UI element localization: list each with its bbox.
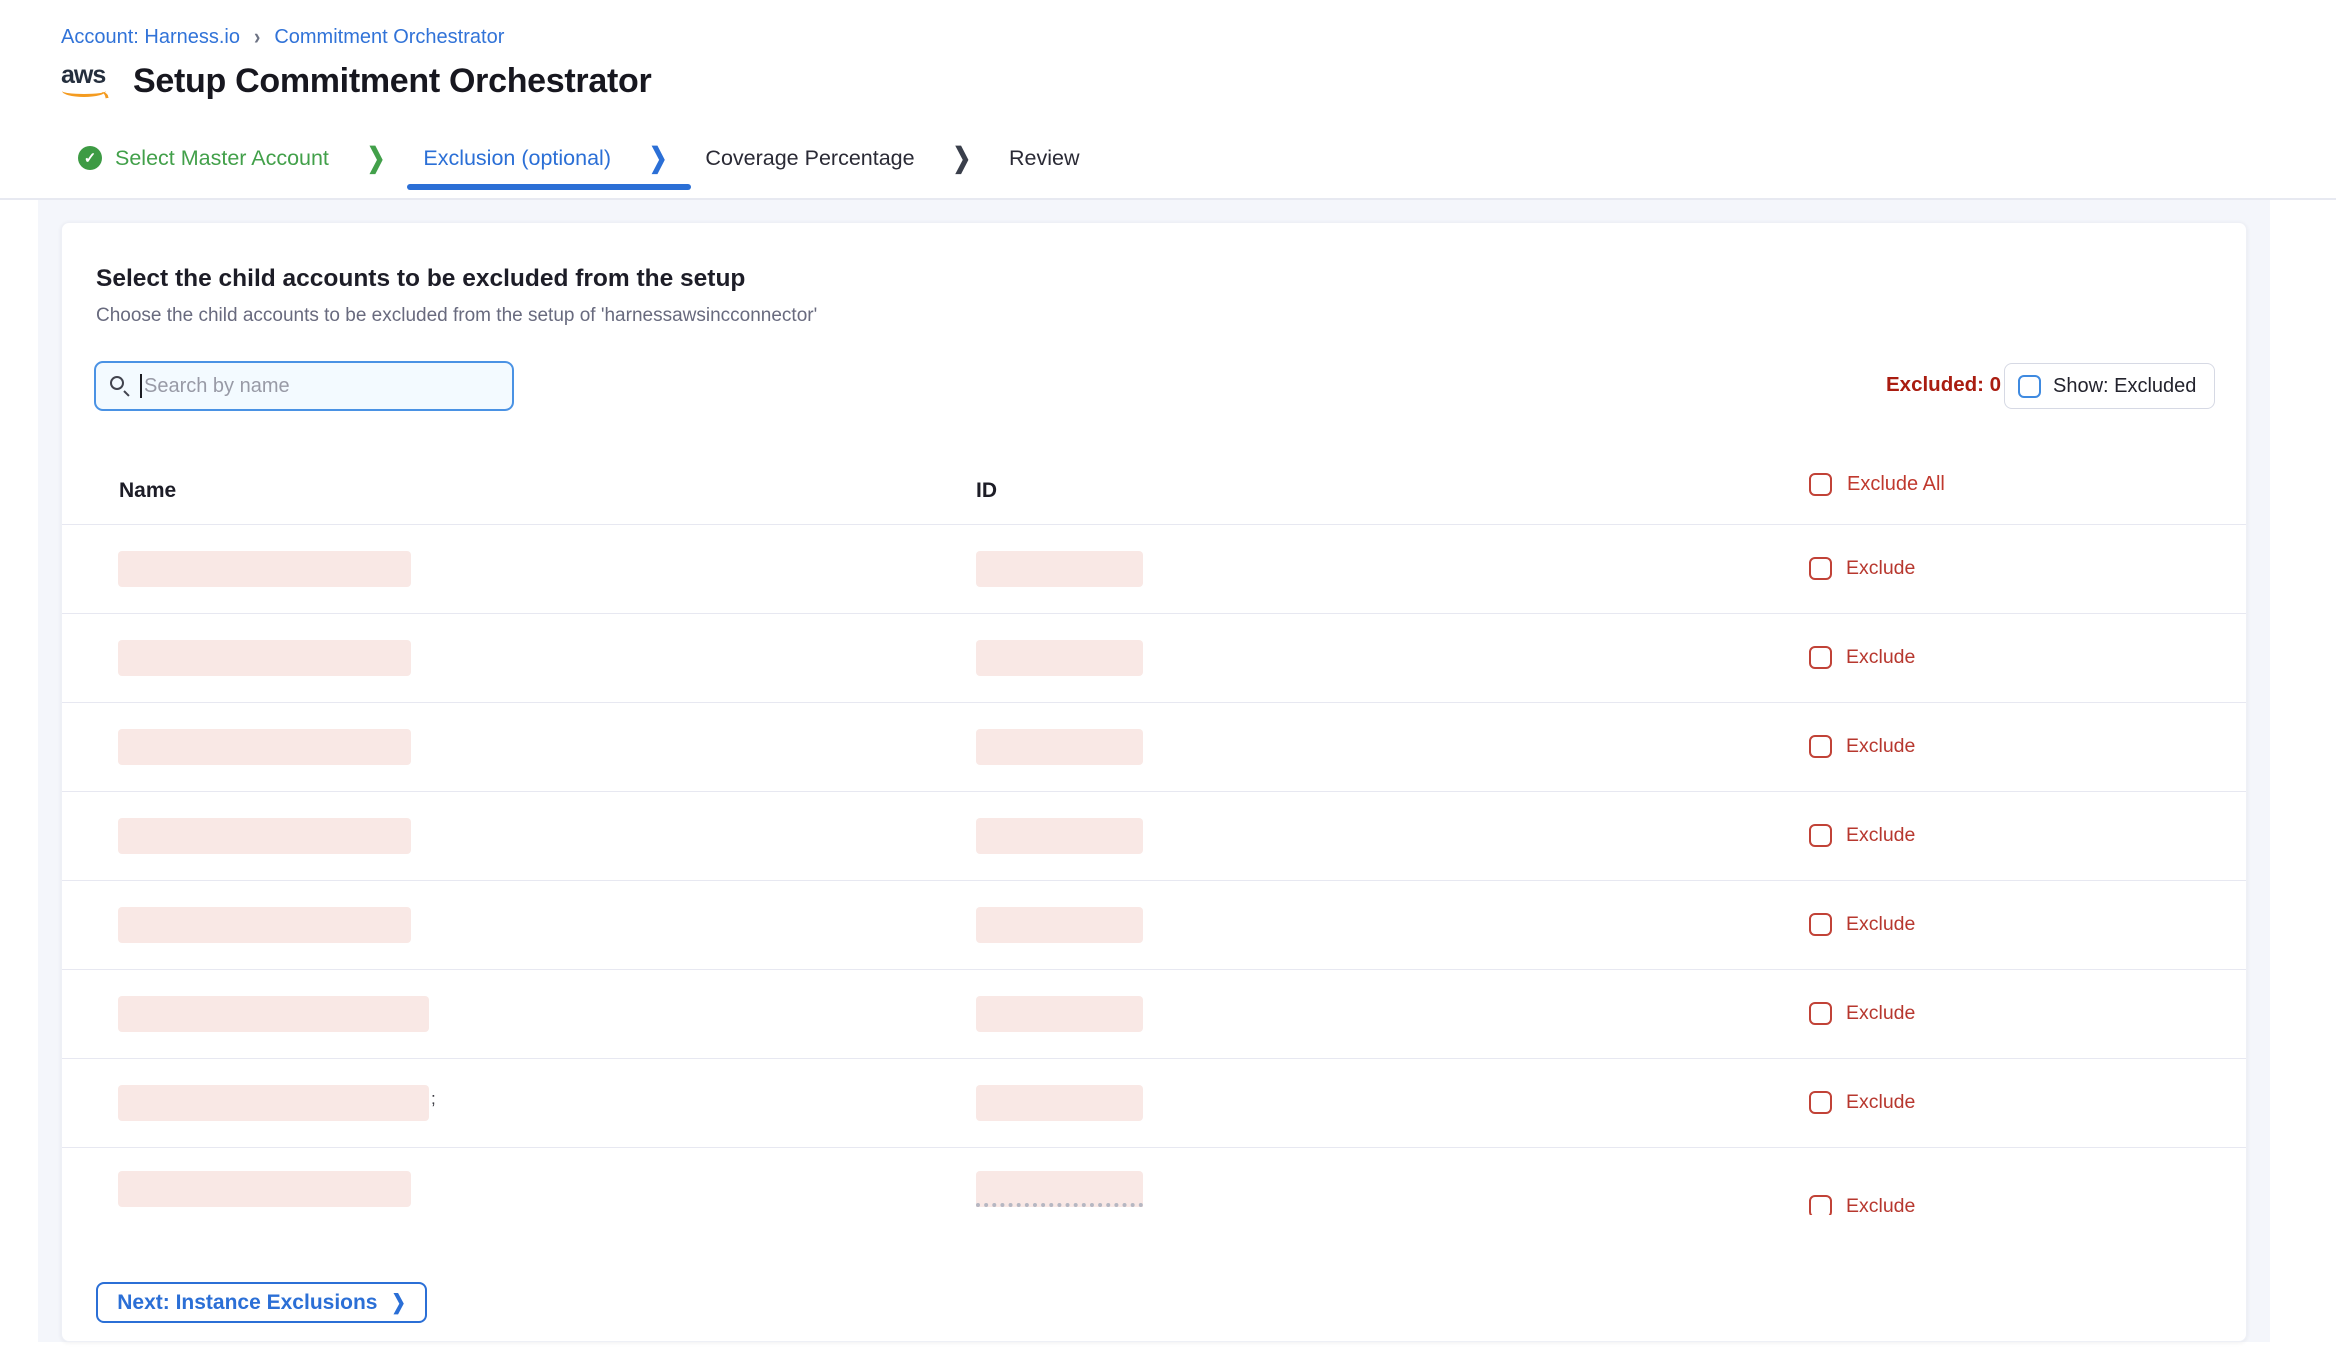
exclude-checkbox[interactable] [1809, 646, 1832, 669]
next-button-label: Next: Instance Exclusions [117, 1291, 377, 1315]
table-row: Exclude [62, 792, 2246, 881]
show-excluded-checkbox[interactable] [2018, 375, 2041, 398]
account-id-redacted [976, 1085, 1143, 1121]
breadcrumb-account-link[interactable]: Account: Harness.io [61, 26, 240, 49]
page-title: Setup Commitment Orchestrator [133, 62, 651, 101]
exclude-label: Exclude [1846, 735, 1915, 758]
column-header-id: ID [976, 479, 997, 503]
row-exclude-control[interactable]: Exclude [1809, 913, 1915, 936]
accounts-table-body[interactable]: Exclude Exclude Exclude Exclude Exclude Exclu… [62, 525, 2246, 1215]
search-box[interactable] [94, 361, 514, 411]
exclude-label: Exclude [1846, 1195, 1915, 1215]
stepper-step-coverage-percentage[interactable]: Coverage Percentage [705, 146, 914, 171]
table-row: Exclude [62, 1148, 2246, 1215]
account-id-redacted [976, 729, 1143, 765]
row-exclude-control[interactable]: Exclude [1809, 646, 1915, 669]
search-input[interactable] [142, 375, 498, 398]
table-row: Exclude [62, 525, 2246, 614]
row-exclude-control[interactable]: Exclude [1809, 1195, 1915, 1215]
account-id-redacted [976, 996, 1143, 1032]
exclude-checkbox[interactable] [1809, 824, 1832, 847]
account-name-remnant: ; [431, 1089, 436, 1109]
account-name-redacted [118, 640, 411, 676]
show-excluded-label: Show: Excluded [2053, 375, 2196, 398]
header-divider [0, 198, 2336, 200]
account-name-redacted [118, 1171, 411, 1207]
title-row: aws Setup Commitment Orchestrator [61, 62, 651, 101]
exclude-label: Exclude [1846, 1091, 1915, 1114]
account-name-redacted [118, 996, 429, 1032]
row-exclude-control[interactable]: Exclude [1809, 1091, 1915, 1114]
table-row: Exclude [62, 614, 2246, 703]
exclude-checkbox[interactable] [1809, 1002, 1832, 1025]
row-exclude-control[interactable]: Exclude [1809, 557, 1915, 580]
exclude-label: Exclude [1846, 646, 1915, 669]
stepper-step-review[interactable]: Review [1009, 146, 1080, 171]
account-name-redacted [118, 1085, 429, 1121]
exclude-checkbox[interactable] [1809, 913, 1832, 936]
exclude-label: Exclude [1846, 1002, 1915, 1025]
account-id-redacted [976, 551, 1143, 587]
column-header-name: Name [119, 479, 176, 503]
account-name-redacted [118, 818, 411, 854]
chevron-right-icon: ❯ [367, 142, 385, 175]
exclude-checkbox[interactable] [1809, 557, 1832, 580]
account-id-redacted [976, 907, 1143, 943]
chevron-right-icon: ❯ [953, 142, 971, 175]
stepper-step-exclusion-optional[interactable]: Exclusion (optional) [423, 146, 611, 171]
table-row: Exclude [62, 970, 2246, 1059]
exclude-label: Exclude [1846, 824, 1915, 847]
exclusion-card: Select the child accounts to be excluded… [61, 222, 2247, 1342]
account-name-redacted [118, 907, 411, 943]
exclude-all-control[interactable]: Exclude All [1809, 473, 1945, 496]
table-row: Exclude [62, 881, 2246, 970]
stepper-step-label: Review [1009, 146, 1080, 171]
account-id-redacted [976, 640, 1143, 676]
row-exclude-control[interactable]: Exclude [1809, 824, 1915, 847]
search-icon [110, 376, 130, 396]
account-name-redacted [118, 551, 411, 587]
breadcrumb: Account: Harness.io › Commitment Orchest… [61, 26, 504, 49]
card-heading: Select the child accounts to be excluded… [96, 265, 745, 293]
exclude-checkbox[interactable] [1809, 735, 1832, 758]
setup-commitment-orchestrator-page: Account: Harness.io › Commitment Orchest… [0, 0, 2336, 1362]
aws-logo-swoosh [62, 85, 106, 97]
wizard-stepper: ✓ Select Master Account ❯ Exclusion (option… [78, 140, 1080, 176]
exclude-label: Exclude [1846, 913, 1915, 936]
stepper-step-select-master-account[interactable]: ✓ Select Master Account [78, 146, 329, 171]
row-exclude-control[interactable]: Exclude [1809, 1002, 1915, 1025]
exclude-label: Exclude [1846, 557, 1915, 580]
check-circle-icon: ✓ [78, 146, 102, 170]
breadcrumb-separator-icon: › [254, 25, 260, 50]
account-id-redacted [976, 1171, 1143, 1207]
exclude-all-label: Exclude All [1847, 473, 1945, 496]
show-excluded-toggle[interactable]: Show: Excluded [2004, 363, 2215, 409]
stepper-step-label: Exclusion (optional) [423, 146, 611, 171]
chevron-right-icon: ❯ [392, 1291, 406, 1315]
aws-logo-text: aws [61, 63, 109, 87]
next-instance-exclusions-button[interactable]: Next: Instance Exclusions ❯ [96, 1282, 427, 1323]
stepper-step-label: Coverage Percentage [705, 146, 914, 171]
exclude-all-checkbox[interactable] [1809, 473, 1832, 496]
row-exclude-control[interactable]: Exclude [1809, 735, 1915, 758]
breadcrumb-commitment-orchestrator-link[interactable]: Commitment Orchestrator [274, 26, 504, 49]
account-name-redacted [118, 729, 411, 765]
card-subheading: Choose the child accounts to be excluded… [96, 305, 817, 327]
aws-logo-icon: aws [61, 63, 109, 101]
exclude-checkbox[interactable] [1809, 1091, 1832, 1114]
stepper-step-label: Select Master Account [115, 146, 329, 171]
table-row: Exclude [62, 703, 2246, 792]
table-row: ; Exclude [62, 1059, 2246, 1148]
account-id-redacted [976, 818, 1143, 854]
excluded-count: Excluded: 0 [1886, 373, 2001, 397]
chevron-right-icon: ❯ [649, 142, 667, 175]
table-header: Name ID Exclude All [62, 471, 2246, 524]
exclude-checkbox[interactable] [1809, 1195, 1832, 1215]
